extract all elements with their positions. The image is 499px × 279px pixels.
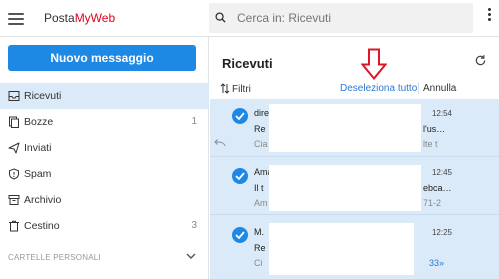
spam-icon xyxy=(9,168,19,180)
redaction-block xyxy=(269,165,421,211)
sidebar-item-label: Cestino xyxy=(24,220,60,232)
sidebar-item-bozze[interactable]: Bozze 1 xyxy=(0,109,209,135)
selected-check-icon[interactable] xyxy=(232,168,248,184)
message-time: 12:25 xyxy=(431,228,452,237)
filters-button[interactable]: Filtri xyxy=(220,83,251,95)
message-time: 12:45 xyxy=(431,168,452,177)
message-preview-tail: 71-2 xyxy=(423,198,442,208)
selected-check-icon[interactable] xyxy=(232,108,248,124)
folder-count: 3 xyxy=(191,220,197,231)
sent-icon xyxy=(8,142,20,154)
sidebar-item-ricevuti[interactable]: Ricevuti xyxy=(0,83,209,109)
redaction-block xyxy=(269,104,421,152)
top-bar: PostaMyWeb xyxy=(0,0,499,37)
message-subject: Il t xyxy=(254,183,264,193)
search-icon xyxy=(215,12,226,23)
message-preview: Cia xyxy=(254,139,268,149)
app-logo[interactable]: PostaMyWeb xyxy=(44,11,115,25)
sidebar-item-archivio[interactable]: Archivio xyxy=(0,187,209,213)
message-list: dire 12:54 Re l'us… Cia lte t Ama 12:45 … xyxy=(210,99,499,279)
more-link[interactable]: 33» xyxy=(429,258,444,268)
sort-icon xyxy=(220,83,230,94)
inbox-icon xyxy=(8,91,20,101)
sidebar-item-label: Ricevuti xyxy=(24,90,62,102)
message-list-panel: Ricevuti Filtri Deseleziona tutto Annull… xyxy=(210,37,499,279)
trash-icon xyxy=(9,220,19,232)
deselect-all-link[interactable]: Deseleziona tutto xyxy=(340,83,417,94)
sidebar-item-label: Archivio xyxy=(24,194,62,206)
message-preview-tail: lte t xyxy=(423,139,438,149)
refresh-icon[interactable] xyxy=(474,54,487,67)
message-time: 12:54 xyxy=(431,109,452,118)
search-input[interactable] xyxy=(237,9,437,27)
sidebar-item-label: Bozze xyxy=(24,116,54,128)
archive-icon xyxy=(8,195,20,205)
page-title: Ricevuti xyxy=(222,56,273,71)
message-sender: dire xyxy=(254,108,270,118)
selected-check-icon[interactable] xyxy=(232,227,248,243)
filters-label: Filtri xyxy=(232,84,251,95)
message-sender: M. xyxy=(254,227,264,237)
sidebar-item-cestino[interactable]: Cestino 3 xyxy=(0,213,209,239)
sidebar-item-label: Spam xyxy=(24,168,52,180)
message-preview: Ci xyxy=(254,258,263,268)
replied-icon xyxy=(214,139,226,147)
redaction-block xyxy=(269,223,414,275)
more-options-icon[interactable] xyxy=(484,8,494,22)
sidebar: Nuovo messaggio Ricevuti Bozze 1 Inviati… xyxy=(0,37,209,279)
list-item[interactable]: Ama 12:45 Il t ebca… Am 71-2 xyxy=(210,157,499,215)
sidebar-item-spam[interactable]: Spam xyxy=(0,161,209,187)
list-item[interactable]: dire 12:54 Re l'us… Cia lte t xyxy=(210,99,499,157)
message-subject: Re xyxy=(254,243,266,253)
message-preview: Am xyxy=(254,198,268,208)
new-message-button[interactable]: Nuovo messaggio xyxy=(8,45,196,71)
cancel-link[interactable]: Annulla xyxy=(423,83,456,94)
menu-icon[interactable] xyxy=(8,13,24,25)
drafts-icon xyxy=(9,116,19,128)
chevron-down-icon[interactable] xyxy=(185,251,197,261)
personal-folders-title: CARTELLE PERSONALI xyxy=(8,253,101,262)
message-subject-tail: ebca… xyxy=(423,183,452,193)
search-bar[interactable] xyxy=(209,3,473,33)
message-subject-tail: l'us… xyxy=(423,124,446,134)
arrow-down-icon xyxy=(361,48,387,80)
sidebar-item-inviati[interactable]: Inviati xyxy=(0,135,209,161)
divider xyxy=(418,82,419,94)
sidebar-item-label: Inviati xyxy=(24,142,52,154)
message-subject: Re xyxy=(254,124,266,134)
logo-text-myweb: MyWeb xyxy=(74,11,116,25)
folder-count: 1 xyxy=(191,116,197,127)
logo-text-posta: Posta xyxy=(44,11,75,25)
list-item[interactable]: M. 12:25 Re Ci 33» xyxy=(210,215,499,279)
